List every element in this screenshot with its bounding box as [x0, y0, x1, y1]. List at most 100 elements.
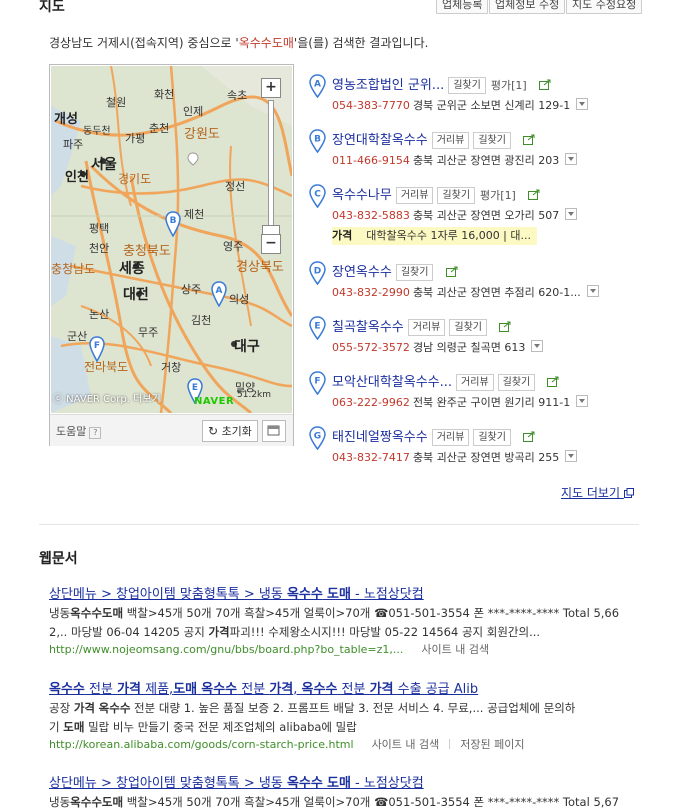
- result-contact: 043-832-7417 충북 괴산군 장연면 방곡리 255: [332, 449, 578, 465]
- result-marker-icon[interactable]: F: [309, 371, 326, 395]
- dropdown-icon[interactable]: [576, 395, 589, 407]
- result-address: 충북 괴산군 장연면 추점리 620-1...: [412, 286, 581, 299]
- zoom-out-button[interactable]: −: [261, 234, 281, 254]
- rating-link[interactable]: 평가[1]: [480, 189, 516, 202]
- directions-button[interactable]: 길찾기: [448, 77, 486, 94]
- place-label: 서울: [91, 157, 117, 173]
- result-name-text: 태진네얼짱: [332, 430, 392, 445]
- result-contact: 054-383-7770 경북 군위군 소보면 신계리 129-1: [332, 97, 589, 113]
- place-label: 경상북도: [236, 260, 284, 275]
- result-marker-icon[interactable]: G: [309, 426, 326, 450]
- web-result-url[interactable]: http://www.nojeomsang.com/gnu/bbs/board.…: [49, 643, 403, 656]
- share-icon[interactable]: [528, 189, 540, 200]
- title-part-highlight: 도매: [326, 587, 351, 602]
- result-name-link[interactable]: 칠곡찰옥수수: [332, 320, 404, 335]
- title-part-highlight: 도매: [173, 682, 198, 697]
- street-view-button[interactable]: 거리뷰: [456, 374, 494, 391]
- reset-button[interactable]: ↻ 초기화: [202, 420, 258, 442]
- dropdown-icon[interactable]: [586, 285, 599, 297]
- result-name-row: 옥수수나무 거리뷰 길찾기 평가[1]: [332, 184, 540, 204]
- map-marker-b-icon[interactable]: B: [165, 211, 181, 237]
- street-view-button[interactable]: 거리뷰: [407, 319, 446, 336]
- rating-link[interactable]: 평가[1]: [491, 79, 527, 92]
- directions-button[interactable]: 길찾기: [497, 374, 536, 391]
- directions-button[interactable]: 길찾기: [473, 132, 511, 149]
- result-contact: 011-466-9154 충북 괴산군 장연면 광진리 203: [332, 152, 578, 168]
- title-part: - 노점상닷컴: [350, 776, 424, 791]
- result-marker-icon[interactable]: E: [309, 316, 326, 340]
- result-marker-icon[interactable]: D: [309, 261, 326, 285]
- fullscreen-button[interactable]: [262, 420, 286, 442]
- place-label: 영주: [223, 240, 244, 253]
- directions-button[interactable]: 길찾기: [437, 187, 476, 204]
- map-copyright[interactable]: ⓒ NAVER Corp. 더보기: [53, 390, 161, 405]
- snippet-part: 냉동: [49, 606, 71, 620]
- result-name-link[interactable]: 태진네얼짱옥수수: [332, 430, 428, 445]
- dropdown-icon[interactable]: [565, 450, 578, 462]
- result-name-link[interactable]: 옥수수나무: [332, 188, 392, 203]
- register-business-button[interactable]: 업체등록: [436, 0, 489, 14]
- result-name-text: 영농조합법인 군위...: [332, 78, 445, 93]
- map-marker-a-icon[interactable]: A: [211, 281, 227, 307]
- more-map-link[interactable]: 지도 더보기: [561, 484, 634, 501]
- map-widget: 철원 화천 인제 속초 개성 동두천 가평 춘천 강원도 파주 서울 인천 경기…: [49, 64, 294, 446]
- web-result-title[interactable]: 상단메뉴 > 창업아이템 맞춤형톡톡 > 냉동 옥수수 도매 - 노점상닷컴: [49, 583, 424, 602]
- result-name-row: 칠곡찰옥수수 거리뷰 길찾기: [332, 316, 511, 336]
- result-item: B 장연대학찰옥수수 거리뷰 길찾기 011-466-9154 충북 괴산군 장연면 …: [309, 123, 649, 167]
- result-phone: 043-832-7417: [332, 451, 410, 464]
- street-view-button[interactable]: 거리뷰: [431, 429, 470, 446]
- result-name-link[interactable]: 장연대학찰옥수수: [332, 133, 428, 148]
- share-icon[interactable]: [523, 134, 535, 145]
- share-icon[interactable]: [445, 266, 458, 277]
- result-name-link[interactable]: 영농조합법인 군위...: [332, 78, 444, 93]
- place-label: 화천: [154, 88, 175, 101]
- share-icon[interactable]: [538, 79, 551, 90]
- result-marker-icon[interactable]: B: [309, 129, 326, 153]
- place-label: 강원도: [184, 127, 220, 142]
- result-address: 경남 의령군 칠곡면 613: [412, 341, 526, 354]
- help-link[interactable]: 도움말?: [56, 423, 102, 439]
- share-icon[interactable]: [523, 431, 535, 442]
- result-name-highlight: 옥수수: [367, 320, 404, 335]
- title-part: 수출 공급 Alib: [393, 682, 479, 697]
- map-marker-f-icon[interactable]: F: [89, 336, 105, 362]
- site-search-link[interactable]: 사이트 내 검색: [421, 643, 489, 656]
- edit-business-info-button[interactable]: 업체정보 수정: [489, 0, 566, 14]
- result-name-link[interactable]: 장연옥수수: [332, 265, 392, 280]
- web-result-url[interactable]: http://korean.alibaba.com/goods/corn-sta…: [49, 738, 354, 751]
- result-name-link[interactable]: 모악산대학찰옥수수...: [332, 375, 452, 390]
- share-icon[interactable]: [499, 321, 511, 332]
- dropdown-icon[interactable]: [565, 208, 578, 220]
- directions-button[interactable]: 길찾기: [449, 319, 487, 336]
- result-marker-icon[interactable]: A: [309, 74, 326, 98]
- street-view-button[interactable]: 거리뷰: [395, 187, 434, 204]
- zoom-in-button[interactable]: +: [261, 78, 281, 98]
- cached-page-link[interactable]: 저장된 페이지: [460, 738, 524, 751]
- dropdown-icon[interactable]: [565, 153, 578, 165]
- directions-button[interactable]: 길찾기: [473, 429, 511, 446]
- result-address: 경북 군위군 소보면 신계리 129-1: [412, 99, 571, 112]
- place-label: 평택: [89, 222, 110, 235]
- map-canvas[interactable]: 철원 화천 인제 속초 개성 동두천 가평 춘천 강원도 파주 서울 인천 경기…: [51, 66, 292, 413]
- directions-button[interactable]: 길찾기: [395, 264, 434, 281]
- map-section-title: 지도: [39, 0, 65, 15]
- place-label: 세종: [119, 261, 145, 277]
- web-result-title[interactable]: 상단메뉴 > 창업아이템 맞춤형톡톡 > 냉동 옥수수 도매 - 노점상닷컴: [49, 772, 424, 791]
- help-label: 도움말: [56, 425, 87, 438]
- section-divider: [39, 524, 639, 525]
- dropdown-icon[interactable]: [576, 98, 589, 110]
- place-label: 대구: [234, 339, 260, 355]
- dropdown-icon[interactable]: [531, 340, 544, 352]
- share-icon[interactable]: [547, 376, 559, 387]
- title-part-highlight: 옥수수: [49, 682, 85, 697]
- result-marker-icon[interactable]: C: [309, 184, 326, 208]
- web-result-snippet: 2,.. 마당발 06-04 14205 공지 가격파괴!!! 수제왕소시지!!…: [49, 623, 639, 642]
- street-view-button[interactable]: 거리뷰: [431, 132, 470, 149]
- site-search-link[interactable]: 사이트 내 검색: [372, 738, 440, 751]
- zoom-control: + −: [261, 78, 281, 254]
- zoom-slider-track[interactable]: [262, 100, 280, 237]
- map-edit-request-button[interactable]: 지도 수정요청: [566, 0, 643, 14]
- place-label: 춘천: [149, 122, 170, 135]
- web-result-title[interactable]: 옥수수 전분 가격 제품,도매 옥수수 전분 가격, 옥수수 전분 가격 수출 …: [49, 678, 478, 697]
- more-map-label: 지도 더보기: [561, 486, 621, 500]
